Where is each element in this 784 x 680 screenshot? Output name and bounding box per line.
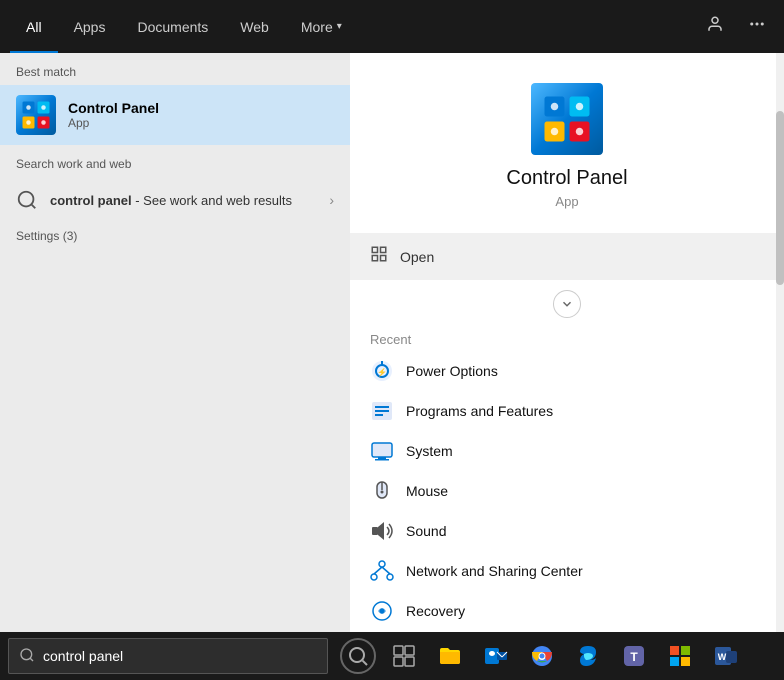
main-content: Best match	[0, 53, 784, 632]
start-menu: All Apps Documents Web More ▾	[0, 0, 784, 632]
outlook-icon[interactable]	[474, 634, 518, 678]
best-match-item[interactable]: Control Panel App	[0, 85, 350, 145]
app-detail-type: App	[555, 194, 578, 209]
recent-list: ⚡ Power Options Prog	[350, 351, 784, 632]
best-match-subtitle: App	[68, 116, 159, 130]
network-icon	[370, 559, 394, 583]
collapse-icon	[553, 290, 581, 318]
recovery-text: Recovery	[406, 603, 465, 619]
power-options-text: Power Options	[406, 363, 498, 379]
app-detail-icon	[531, 83, 603, 155]
recent-item-mouse[interactable]: Mouse	[350, 471, 784, 511]
person-icon[interactable]	[698, 7, 732, 46]
search-web-icon	[16, 189, 38, 211]
left-panel: Best match	[0, 53, 350, 632]
right-panel: Control Panel App Open	[350, 53, 784, 632]
settings-label[interactable]: Settings (3)	[16, 229, 77, 243]
recent-item-system[interactable]: System	[350, 431, 784, 471]
search-icon	[19, 647, 35, 666]
sound-text: Sound	[406, 523, 446, 539]
recent-item-power-options[interactable]: ⚡ Power Options	[350, 351, 784, 391]
mouse-text: Mouse	[406, 483, 448, 499]
programs-text: Programs and Features	[406, 403, 553, 419]
search-web-text: control panel - See work and web results	[50, 193, 292, 208]
power-options-icon: ⚡	[370, 359, 394, 383]
app-detail-name: Control Panel	[506, 167, 627, 190]
teams-icon[interactable]: T	[612, 634, 656, 678]
best-match-title: Control Panel	[68, 100, 159, 116]
tab-more[interactable]: More ▾	[285, 0, 358, 53]
ellipsis-icon[interactable]	[740, 7, 774, 46]
tab-web[interactable]: Web	[224, 0, 285, 53]
edge-icon[interactable]	[566, 634, 610, 678]
chrome-icon[interactable]	[520, 634, 564, 678]
settings-section: Settings (3)	[0, 223, 350, 253]
open-button-label: Open	[400, 249, 434, 265]
task-view-icon[interactable]	[382, 634, 426, 678]
search-box	[8, 638, 328, 674]
taskbar: T W	[0, 632, 784, 680]
search-input[interactable]	[43, 648, 293, 664]
control-panel-icon	[16, 95, 56, 135]
nav-tabs: All Apps Documents Web More ▾	[0, 0, 784, 53]
collapse-button[interactable]	[350, 284, 784, 324]
recent-item-sound[interactable]: Sound	[350, 511, 784, 551]
recovery-icon	[370, 599, 394, 623]
recent-label: Recent	[350, 324, 784, 351]
taskbar-search-icon[interactable]	[336, 634, 380, 678]
open-button[interactable]: Open	[350, 233, 784, 280]
app-detail: Control Panel App	[350, 53, 784, 229]
best-match-info: Control Panel App	[68, 100, 159, 130]
sound-icon	[370, 519, 394, 543]
open-icon	[370, 245, 388, 268]
tab-apps[interactable]: Apps	[58, 0, 122, 53]
svg-text:T: T	[630, 650, 638, 664]
search-web-section: control panel - See work and web results…	[0, 177, 350, 223]
scrollbar-track[interactable]	[776, 53, 784, 632]
word-icon[interactable]: W	[704, 634, 748, 678]
system-text: System	[406, 443, 453, 459]
system-icon	[370, 439, 394, 463]
svg-text:W: W	[718, 652, 727, 662]
search-web-item[interactable]: control panel - See work and web results…	[0, 181, 350, 219]
search-circle	[340, 638, 376, 674]
search-web-arrow: ›	[329, 192, 334, 208]
file-explorer-icon[interactable]	[428, 634, 472, 678]
search-web-label: Search work and web	[0, 145, 350, 177]
ms-store-icon[interactable]	[658, 634, 702, 678]
recent-item-programs[interactable]: Programs and Features	[350, 391, 784, 431]
mouse-icon	[370, 479, 394, 503]
scrollbar-thumb[interactable]	[776, 111, 784, 285]
nav-right-icons	[698, 7, 774, 46]
more-dropdown-arrow: ▾	[337, 21, 342, 32]
recent-item-network[interactable]: Network and Sharing Center	[350, 551, 784, 591]
programs-icon	[370, 399, 394, 423]
recent-item-recovery[interactable]: Recovery	[350, 591, 784, 631]
best-match-label: Best match	[0, 53, 350, 85]
tab-documents[interactable]: Documents	[121, 0, 224, 53]
taskbar-icons: T W	[336, 634, 748, 678]
svg-text:⚡: ⚡	[377, 367, 387, 377]
tab-all[interactable]: All	[10, 0, 58, 53]
network-text: Network and Sharing Center	[406, 563, 583, 579]
